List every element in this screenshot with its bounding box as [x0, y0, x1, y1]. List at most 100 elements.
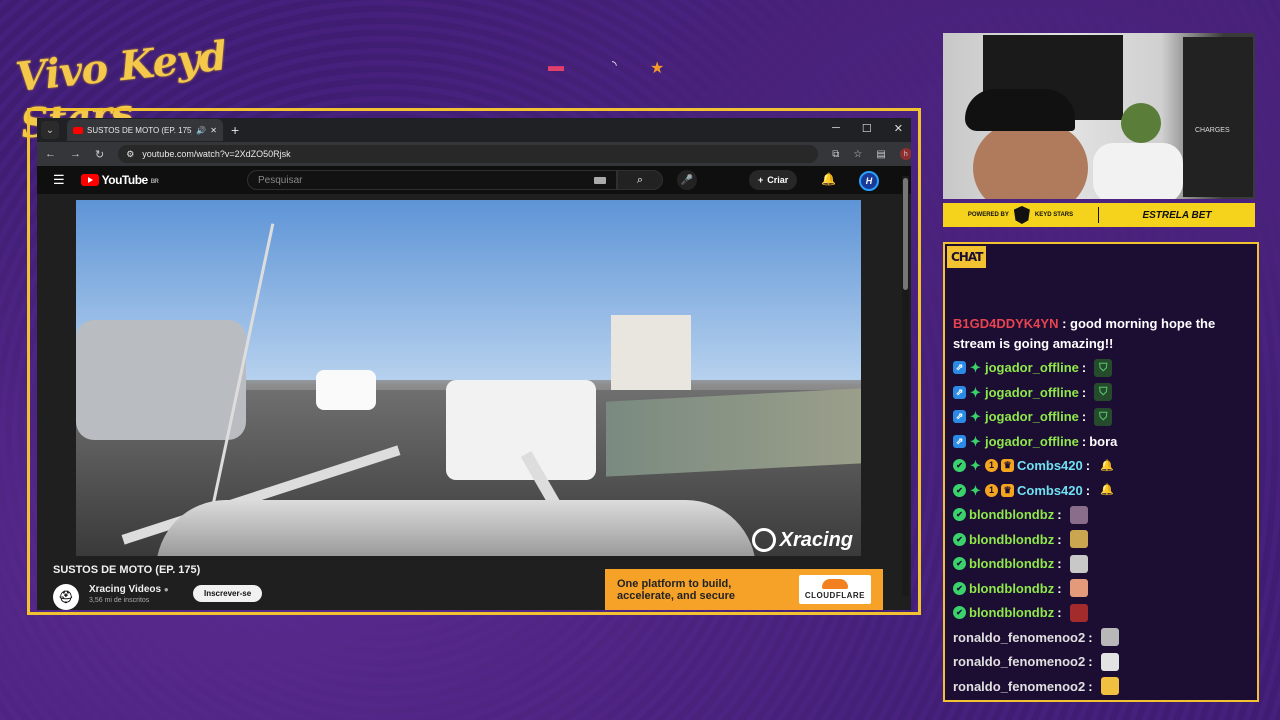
chat-username[interactable]: ronaldo_fenomenoo2 — [953, 677, 1085, 697]
new-tab-button[interactable]: + — [231, 122, 239, 138]
speaker-icon[interactable]: 🔊 — [196, 126, 206, 135]
chat-separator: : — [1057, 580, 1062, 596]
youtube-favicon-icon — [73, 126, 83, 134]
cloud-icon — [821, 579, 848, 589]
tab-youtube[interactable]: SUSTOS DE MOTO (EP. 175) 🔊 ✕ — [67, 119, 223, 141]
watermark-text: Xracing — [779, 528, 853, 551]
channel-name[interactable]: Xracing Videos ● — [89, 584, 169, 595]
chat-panel: CHAT B1GD4DDYK4YN : good morning hope th… — [943, 242, 1259, 702]
youtube-logo[interactable]: YouTube BR — [80, 173, 159, 187]
shield-emote-icon: ⛉ — [1094, 358, 1113, 377]
chat-message: ✔ blondblondbz : — [953, 554, 1253, 574]
youtube-play-icon — [80, 174, 99, 186]
create-button[interactable]: + Criar — [749, 170, 798, 190]
search-button[interactable]: ⌕ — [617, 170, 663, 190]
deco-star-icon: ★ — [650, 60, 665, 77]
face-emote-icon — [1069, 505, 1088, 524]
maximize-icon[interactable]: ☐ — [862, 122, 872, 135]
chat-username[interactable]: blondblondbz — [969, 530, 1054, 550]
cast-icon[interactable]: ⧉ — [832, 149, 839, 160]
profile-avatar[interactable]: h — [899, 148, 911, 160]
face3-emote-icon — [1069, 554, 1088, 573]
youtube-header: ☰ YouTube BR Pesquisar ⌕ 🎤 + Criar 🔔 H — [37, 166, 911, 194]
create-label: Criar — [767, 175, 789, 185]
chat-message: ✔ ✦ 1 ♛ Combs420 : 🔔 — [953, 456, 1253, 476]
chat-separator: : — [1081, 433, 1087, 449]
chat-separator: : — [1081, 409, 1087, 424]
chat-username[interactable]: jogador_offline — [985, 407, 1079, 427]
search-input[interactable]: Pesquisar — [247, 170, 617, 190]
chat-separator: : — [1081, 384, 1087, 400]
chat-username[interactable]: blondblondbz — [969, 554, 1054, 574]
page-scrollbar[interactable] — [902, 176, 909, 596]
poster-text: CHARGES — [1195, 127, 1230, 134]
reload-icon[interactable]: ↻ — [95, 148, 104, 161]
sponsor-bar: POWERED BY KEYD STARS ESTRELA BET — [943, 203, 1255, 227]
chat-username[interactable]: blondblondbz — [969, 505, 1054, 525]
keyboard-icon[interactable] — [594, 177, 606, 184]
video-player[interactable]: Xracing — [76, 200, 861, 556]
account-avatar[interactable]: H — [859, 171, 879, 191]
xracing-helmet-icon — [751, 528, 776, 552]
chat-separator: : — [1057, 556, 1062, 571]
gem-badge-icon: ✦ — [970, 433, 981, 449]
notifications-bell-icon[interactable]: 🔔 — [821, 172, 836, 186]
webcam-shirt — [1093, 143, 1183, 199]
video-van — [446, 380, 596, 480]
check-badge-icon: ✔ — [953, 483, 966, 497]
chat-username[interactable]: blondblondbz — [969, 603, 1054, 623]
url-field[interactable]: ⚙ youtube.com/watch?v=2XdZO50Rjsk — [118, 145, 819, 163]
gem-badge-icon: ✦ — [970, 360, 981, 376]
face8-emote-icon — [1100, 677, 1119, 696]
gem-badge-icon: ✦ — [970, 482, 981, 498]
chat-username[interactable]: jogador_offline — [985, 432, 1079, 452]
tab-title: SUSTOS DE MOTO (EP. 175) — [87, 125, 193, 135]
prime-badge-icon: ⇗ — [953, 361, 966, 375]
chat-username[interactable]: blondblondbz — [969, 579, 1054, 599]
ad-banner[interactable]: One platform to build, accelerate, and s… — [605, 569, 883, 610]
extension-icon[interactable]: ▤ — [876, 149, 885, 160]
chat-text: bora — [1089, 433, 1118, 449]
forward-icon[interactable]: → — [70, 148, 81, 160]
chat-username[interactable]: Combs420 — [1017, 456, 1083, 476]
chat-username[interactable]: B1GD4DDYK4YN — [953, 316, 1058, 331]
webcam-poster: CHARGES — [1183, 37, 1253, 197]
back-icon[interactable]: ← — [45, 148, 56, 160]
chat-message: ⇗ ✦ jogador_offline : ⛉ — [953, 358, 1253, 378]
bookmark-star-icon[interactable]: ☆ — [853, 149, 862, 160]
tab-close-icon[interactable]: ✕ — [210, 126, 217, 135]
chat-message: ⇗ ✦ jogador_offline : ⛉ — [953, 383, 1253, 403]
site-info-icon[interactable]: ⚙ — [126, 149, 134, 160]
minimize-icon[interactable]: ─ — [832, 122, 840, 135]
chat-username[interactable]: ronaldo_fenomenoo2 — [953, 652, 1085, 672]
chat-username[interactable]: ronaldo_fenomenoo2 — [953, 628, 1085, 648]
shield-emote-icon: ⛉ — [1094, 383, 1113, 402]
video-building — [611, 315, 691, 395]
deco-controller-icon: ▬ — [548, 58, 564, 75]
chat-username[interactable]: jogador_offline — [985, 383, 1079, 403]
channel-name-text: Xracing Videos — [89, 584, 162, 595]
chat-separator: : — [1058, 316, 1071, 331]
close-window-icon[interactable]: ✕ — [894, 122, 903, 135]
subscribe-button[interactable]: Inscrever-se — [193, 585, 263, 602]
tab-search-chevron-icon[interactable]: ⌄ — [41, 121, 59, 139]
hamburger-menu-icon[interactable]: ☰ — [53, 172, 65, 188]
scrollbar-thumb[interactable] — [903, 178, 908, 290]
gem-badge-icon: ✦ — [970, 384, 981, 400]
chat-separator: : — [1057, 605, 1062, 620]
video-watermark: Xracing — [751, 528, 853, 552]
channel-avatar[interactable]: ⛑ — [53, 584, 79, 610]
voice-search-button[interactable]: 🎤 — [677, 170, 697, 190]
browser-window: ⌄ SUSTOS DE MOTO (EP. 175) 🔊 ✕ + ─ ☐ ✕ ←… — [37, 118, 911, 610]
chat-username[interactable]: jogador_offline — [985, 358, 1079, 378]
chat-username[interactable]: Combs420 — [1017, 481, 1083, 501]
ad-brand: CLOUDFLARE — [804, 591, 865, 600]
chat-message: B1GD4DDYK4YN : good morning hope the str… — [953, 314, 1253, 354]
face6-emote-icon — [1100, 628, 1119, 647]
check-badge-icon: ✔ — [953, 606, 966, 620]
chat-message: ✔ blondblondbz : — [953, 530, 1253, 550]
check-badge-icon: ✔ — [953, 508, 966, 522]
address-bar: ← → ↻ ⚙ youtube.com/watch?v=2XdZO50Rjsk … — [37, 142, 911, 166]
keyd-shield-icon — [1013, 206, 1030, 224]
url-text: youtube.com/watch?v=2XdZO50Rjsk — [142, 149, 291, 159]
